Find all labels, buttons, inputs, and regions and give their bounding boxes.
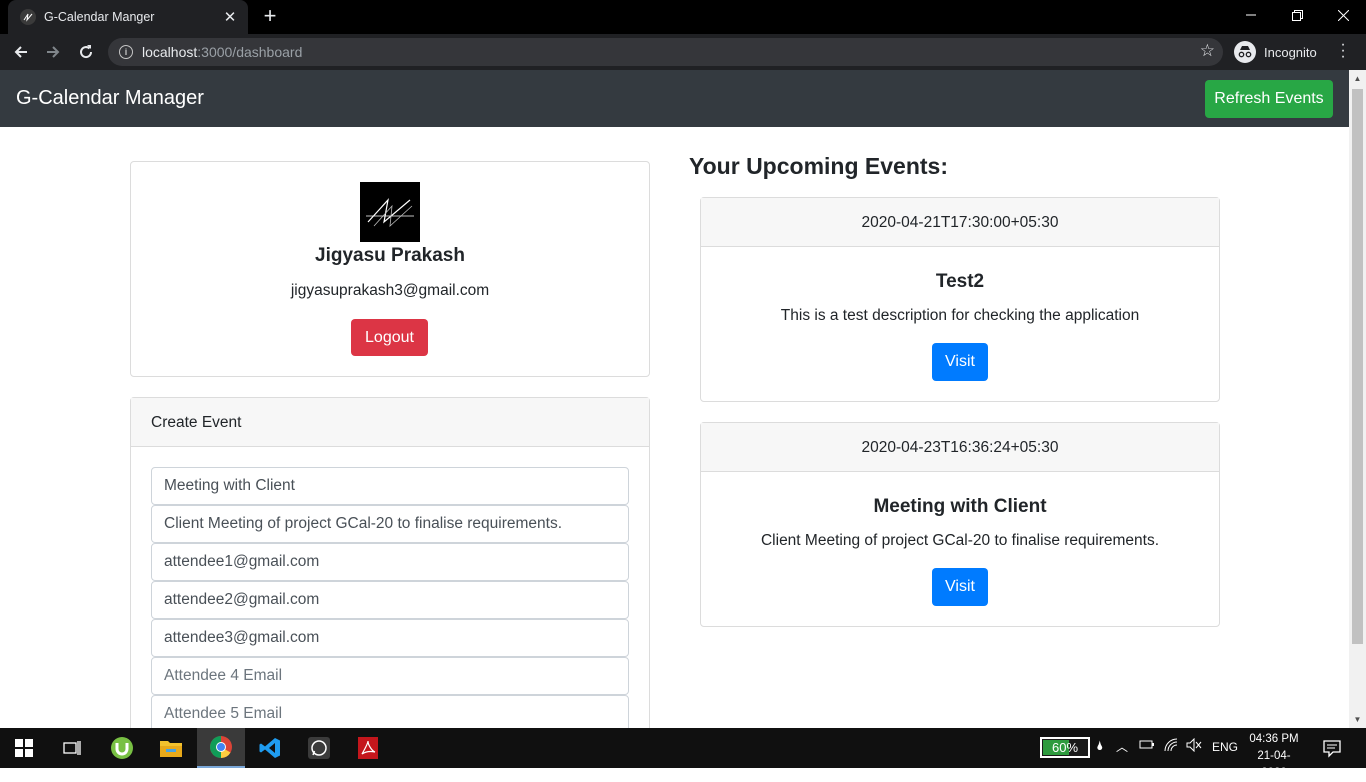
avatar <box>360 182 420 242</box>
vscode-icon[interactable] <box>246 728 294 768</box>
incognito-indicator[interactable]: Incognito <box>1234 38 1317 66</box>
clock-time: 04:36 PM <box>1249 733 1299 745</box>
bookmark-star-icon[interactable]: ☆ <box>1200 41 1215 61</box>
utorrent-icon[interactable] <box>98 728 146 768</box>
page-scrollbar[interactable]: ▲ ▼ <box>1349 70 1366 728</box>
event-description: Client Meeting of project GCal-20 to fin… <box>760 532 1160 549</box>
attendee-3-email-input[interactable]: attendee3@gmail.com <box>151 619 629 657</box>
wifi-icon[interactable] <box>1164 738 1180 755</box>
profile-email: jigyasuprakash3@gmail.com <box>290 282 490 299</box>
event-title: Test2 <box>935 271 985 292</box>
event-title-input[interactable]: Meeting with Client <box>151 467 629 505</box>
profile-name: Jigyasu Prakash <box>315 245 465 266</box>
chrome-icon[interactable] <box>197 728 245 768</box>
restore-icon[interactable] <box>1274 0 1320 30</box>
browser-tabstrip: G-Calendar Manger ✕ + <box>0 0 1366 34</box>
event-title: Meeting with Client <box>873 496 1047 517</box>
event-card-header: 2020-04-23T16:36:24+05:30 <box>701 423 1219 472</box>
reload-icon[interactable] <box>73 39 99 65</box>
visit-event-button[interactable]: Visit <box>932 343 988 381</box>
app-brand[interactable]: G-Calendar Manager <box>16 87 204 110</box>
volume-muted-icon[interactable] <box>1186 737 1202 755</box>
battery-status-icon[interactable] <box>1139 738 1155 753</box>
tab-close-icon[interactable]: ✕ <box>220 7 240 27</box>
battery-percent-label: 60% <box>1051 740 1079 755</box>
browser-menu-icon[interactable]: · · · <box>1338 37 1348 65</box>
back-arrow-icon[interactable] <box>8 39 34 65</box>
url-text: localhost:3000/dashboard <box>142 44 303 60</box>
language-indicator[interactable]: ENG <box>1212 740 1238 754</box>
power-plug-icon[interactable]: 🌢 <box>1096 738 1104 754</box>
forward-arrow-icon[interactable] <box>40 39 66 65</box>
incognito-label: Incognito <box>1264 44 1317 60</box>
new-tab-icon[interactable]: + <box>258 5 282 29</box>
action-center-icon[interactable] <box>1322 738 1342 758</box>
address-bar[interactable]: i localhost:3000/dashboard ☆ <box>108 38 1223 66</box>
event-card: 2020-04-23T16:36:24+05:30 Meeting with C… <box>700 422 1220 627</box>
attendee-1-email-input[interactable]: attendee1@gmail.com <box>151 543 629 581</box>
browser-tab[interactable]: G-Calendar Manger ✕ <box>8 0 248 34</box>
create-event-title: Create Event <box>151 414 242 431</box>
attendee-2-email-input[interactable]: attendee2@gmail.com <box>151 581 629 619</box>
refresh-events-button[interactable]: Refresh Events <box>1205 80 1333 118</box>
events-heading: Your Upcoming Events: <box>689 153 948 179</box>
logout-button[interactable]: Logout <box>351 319 428 356</box>
site-favicon-icon <box>20 9 36 25</box>
minimize-icon[interactable] <box>1228 0 1274 30</box>
file-explorer-icon[interactable] <box>147 728 195 768</box>
battery-indicator[interactable]: 60% <box>1040 737 1090 758</box>
event-description-input[interactable]: Client Meeting of project GCal-20 to fin… <box>151 505 629 543</box>
event-datetime: 2020-04-23T16:36:24+05:30 <box>861 439 1059 456</box>
whatsapp-icon[interactable] <box>295 728 343 768</box>
task-view-icon[interactable] <box>48 728 96 768</box>
incognito-icon <box>1234 41 1256 63</box>
profile-card: Jigyasu Prakash jigyasuprakash3@gmail.co… <box>130 161 650 377</box>
event-datetime: 2020-04-21T17:30:00+05:30 <box>861 214 1059 231</box>
event-card: 2020-04-21T17:30:00+05:30 Test2 This is … <box>700 197 1220 402</box>
acrobat-icon[interactable] <box>344 728 392 768</box>
close-window-icon[interactable] <box>1320 0 1366 30</box>
windows-taskbar: 60% 🌢 ︿ ENG 04:36 PM 21-04-2020 <box>0 728 1366 779</box>
system-clock[interactable]: 04:36 PM 21-04-2020 <box>1246 731 1302 782</box>
visit-event-button[interactable]: Visit <box>932 568 988 606</box>
scroll-up-icon[interactable]: ▲ <box>1349 70 1366 87</box>
create-event-header: Create Event <box>131 398 649 447</box>
windows-start-icon[interactable] <box>0 728 48 768</box>
create-event-card: Create Event Meeting with Client Client … <box>130 397 650 728</box>
event-card-header: 2020-04-21T17:30:00+05:30 <box>701 198 1219 247</box>
attendee-4-email-input[interactable]: Attendee 4 Email <box>151 657 629 695</box>
scrollbar-thumb[interactable] <box>1352 89 1363 644</box>
clock-date: 21-04-2020 <box>1257 750 1291 779</box>
show-hidden-icons-icon[interactable]: ︿ <box>1116 738 1128 755</box>
app-navbar: G-Calendar Manager Refresh Events <box>0 70 1349 127</box>
attendee-5-email-input[interactable]: Attendee 5 Email <box>151 695 629 728</box>
tab-title: G-Calendar Manger <box>44 10 155 24</box>
page-viewport: G-Calendar Manager Refresh Events Jigyas… <box>0 70 1349 728</box>
event-description: This is a test description for checking … <box>780 307 1140 324</box>
site-info-icon[interactable]: i <box>119 45 133 59</box>
browser-toolbar: i localhost:3000/dashboard ☆ Incognito ·… <box>0 34 1366 70</box>
window-controls <box>1228 0 1366 30</box>
scroll-down-icon[interactable]: ▼ <box>1349 711 1366 728</box>
